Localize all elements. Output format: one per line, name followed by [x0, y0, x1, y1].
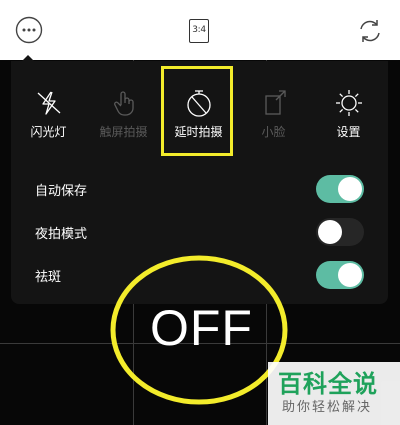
toggle-label: 自动保存: [35, 184, 88, 199]
top-toolbar: 3:4: [0, 0, 400, 60]
annotation-highlight-box: [161, 66, 233, 156]
more-options-button[interactable]: [15, 16, 43, 44]
option-label: 设置: [336, 125, 361, 139]
aspect-ratio-button[interactable]: 3:4: [189, 19, 209, 43]
more-dots-icon: [15, 16, 43, 44]
watermark: 百科全说 助你轻松解决: [268, 362, 400, 425]
toggle-row-auto-save: 自动保存: [11, 170, 388, 210]
toggle-knob: [318, 220, 342, 244]
watermark-title: 百科全说: [278, 370, 378, 398]
spot-removal-toggle[interactable]: [316, 261, 364, 289]
option-flash[interactable]: 闪光灯: [11, 61, 86, 156]
switch-camera-button[interactable]: [355, 16, 385, 46]
option-touch-shoot[interactable]: 触屏拍摄: [86, 61, 161, 156]
option-label: 闪光灯: [30, 125, 67, 139]
toggle-row-night-mode: 夜拍模式: [11, 213, 388, 253]
toggle-knob: [338, 177, 362, 201]
camera-switch-icon: [360, 20, 380, 42]
flash-off-icon: [37, 91, 61, 115]
option-label: 小脸: [261, 125, 286, 139]
timer-status-text: OFF: [150, 300, 253, 356]
option-label: 触屏拍摄: [99, 125, 148, 139]
night-mode-toggle[interactable]: [316, 218, 364, 246]
auto-save-toggle[interactable]: [316, 175, 364, 203]
toggle-label: 夜拍模式: [35, 227, 88, 242]
gear-icon: [336, 90, 362, 116]
small-face-icon: [265, 90, 286, 115]
toggle-knob: [338, 263, 362, 287]
option-settings[interactable]: 设置: [311, 61, 386, 156]
toggle-label: 祛斑: [35, 270, 62, 285]
touch-icon: [114, 91, 134, 116]
option-small-face[interactable]: 小脸: [236, 61, 311, 156]
watermark-subtitle: 助你轻松解决: [282, 400, 373, 415]
